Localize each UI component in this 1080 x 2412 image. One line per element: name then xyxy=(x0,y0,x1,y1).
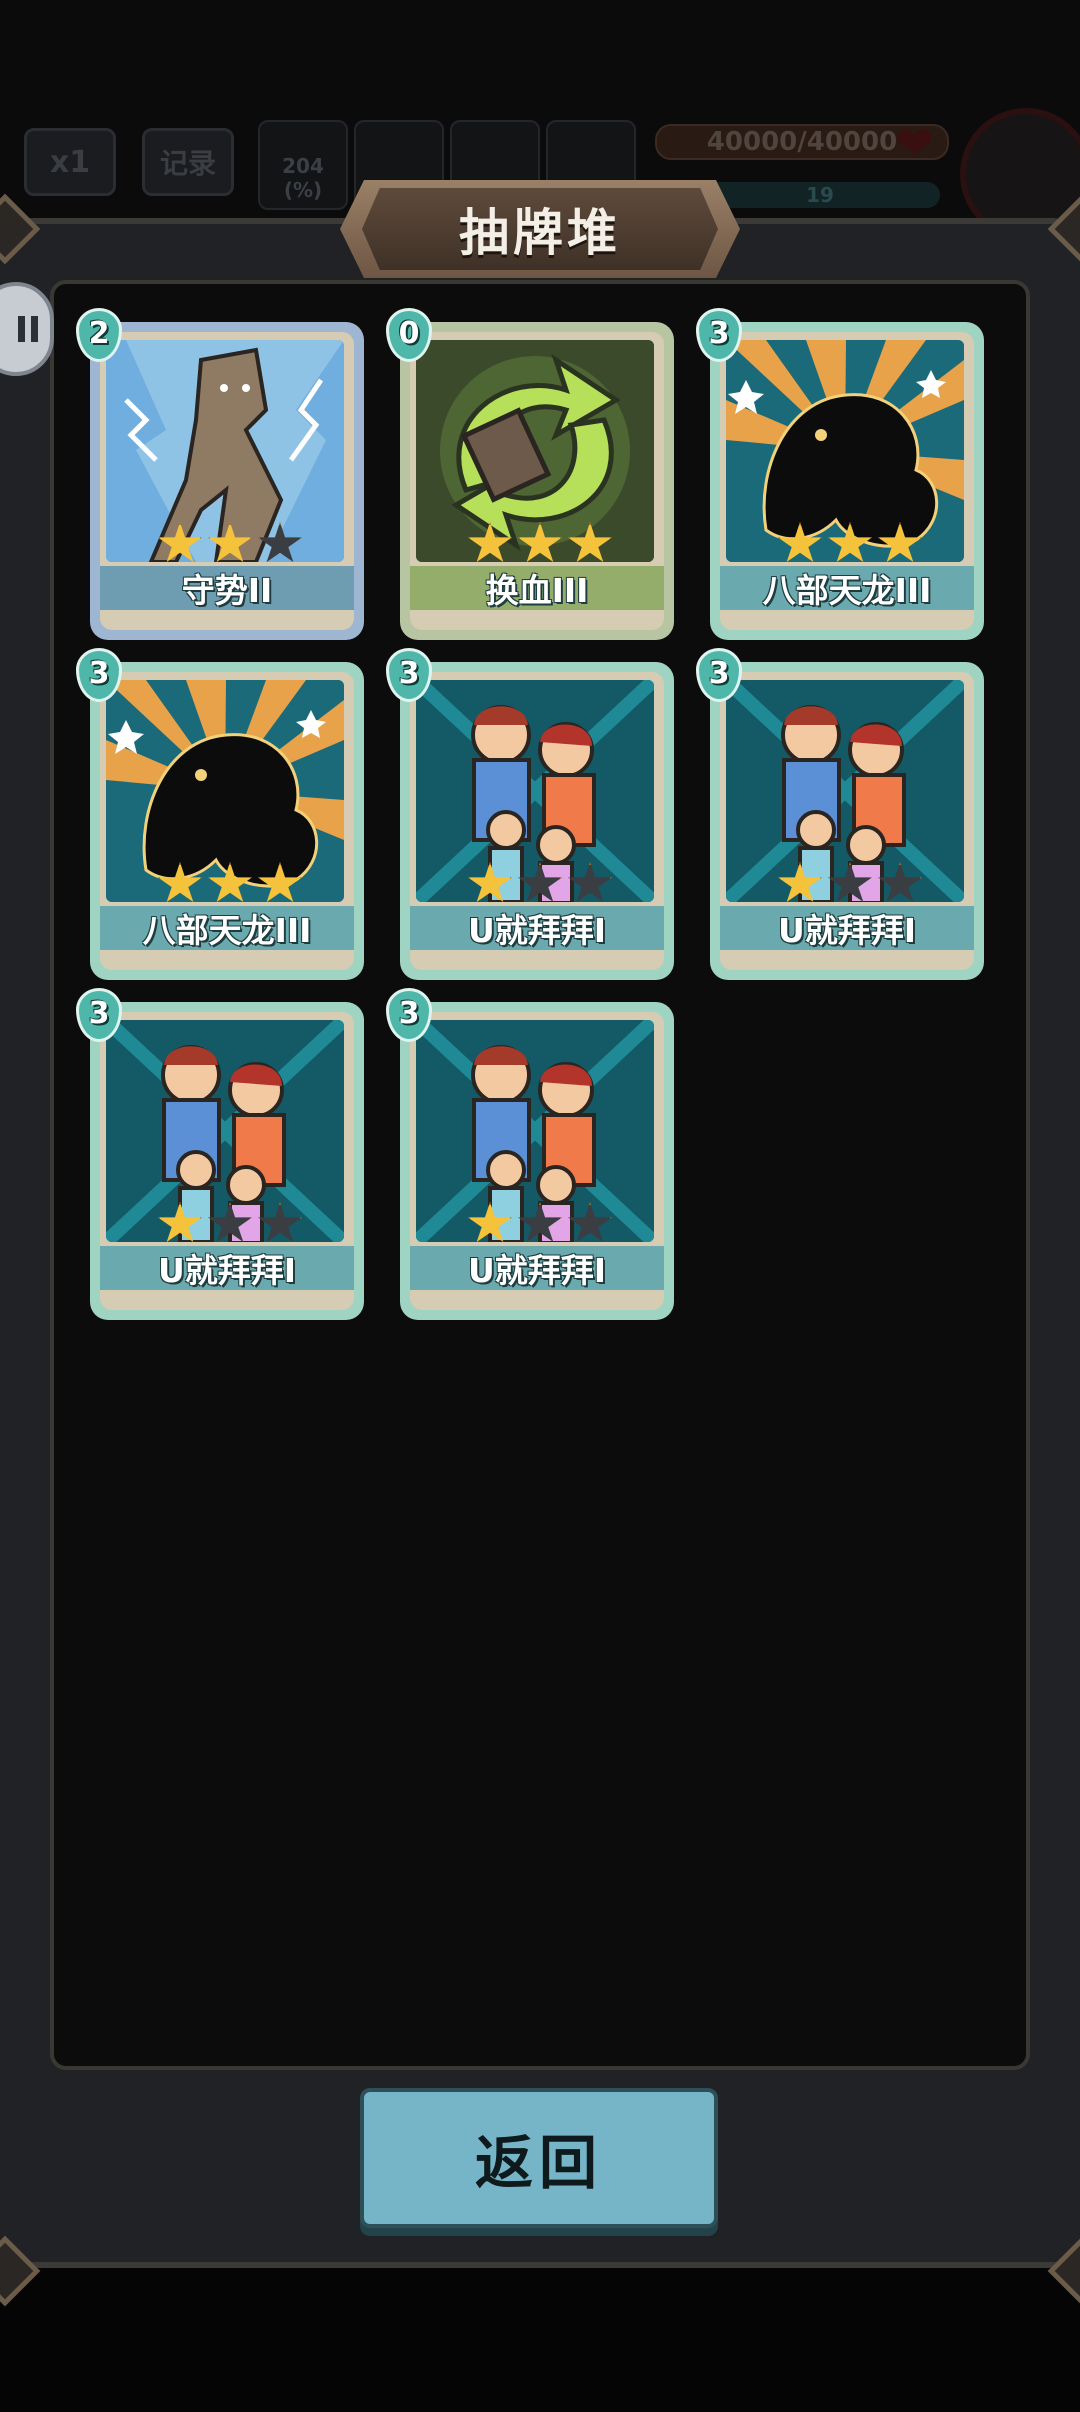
card-name: 守势II xyxy=(100,566,354,610)
card-name: U就拜拜I xyxy=(410,1246,664,1290)
star-filled-icon xyxy=(467,522,513,563)
mana-cost-icon: 2 xyxy=(76,308,122,362)
star-empty-icon xyxy=(827,862,873,903)
card-cost: 0 xyxy=(398,316,420,351)
star-filled-icon xyxy=(827,522,873,563)
card-name: 八部天龙III xyxy=(720,566,974,610)
star-empty-icon xyxy=(877,862,923,903)
star-empty-icon xyxy=(517,862,563,903)
card[interactable]: 换血III 0 xyxy=(386,308,674,640)
card-cost: 3 xyxy=(398,656,420,691)
stat-attack-value: 204 xyxy=(282,154,324,178)
star-filled-icon xyxy=(157,862,203,903)
star-empty-icon xyxy=(257,522,303,563)
panel-title: 抽牌堆 xyxy=(459,204,621,262)
star-filled-icon xyxy=(207,522,253,563)
card-cost: 3 xyxy=(88,656,110,691)
record-button[interactable]: 记录 xyxy=(142,128,234,196)
card-name: U就拜拜I xyxy=(410,906,664,950)
star-empty-icon xyxy=(567,862,613,903)
star-rating xyxy=(460,862,620,906)
star-filled-icon xyxy=(467,1202,513,1243)
card[interactable]: 八部天龙III 3 xyxy=(696,308,984,640)
mana-cost-icon: 3 xyxy=(76,648,122,702)
star-rating xyxy=(150,862,310,906)
pause-icon xyxy=(18,316,38,342)
star-empty-icon xyxy=(207,1202,253,1243)
star-filled-icon xyxy=(207,862,253,903)
card[interactable]: 八部天龙III 3 xyxy=(76,648,364,980)
card-name: 八部天龙III xyxy=(100,906,354,950)
star-rating xyxy=(150,522,310,566)
card-cost: 3 xyxy=(708,656,730,691)
star-rating xyxy=(150,1202,310,1246)
card-name: U就拜拜I xyxy=(100,1246,354,1290)
mana-cost-icon: 0 xyxy=(386,308,432,362)
star-rating xyxy=(770,862,930,906)
card[interactable]: 守势II 2 xyxy=(76,308,364,640)
heart-icon: ❤ xyxy=(895,116,934,170)
card-grid: 守势II 2 换血III 0 八部天龙III 3 八部天龙III 3 U就拜拜I… xyxy=(76,308,990,1342)
back-button[interactable]: 返回 xyxy=(360,2088,718,2228)
card[interactable]: U就拜拜I 3 xyxy=(386,988,674,1320)
stat-attack-unit: (%) xyxy=(283,178,323,202)
star-filled-icon xyxy=(777,522,823,563)
mana-cost-icon: 3 xyxy=(386,648,432,702)
star-filled-icon xyxy=(777,862,823,903)
card-cost: 3 xyxy=(708,316,730,351)
star-rating xyxy=(460,522,620,566)
star-filled-icon xyxy=(517,522,563,563)
star-filled-icon xyxy=(157,1202,203,1243)
star-empty-icon xyxy=(257,1202,303,1243)
panel-title-banner: 抽牌堆 xyxy=(340,180,740,278)
card-name: U就拜拜I xyxy=(720,906,974,950)
star-filled-icon xyxy=(257,862,303,903)
star-rating xyxy=(770,522,930,566)
mana-cost-icon: 3 xyxy=(76,988,122,1042)
star-rating xyxy=(460,1202,620,1246)
star-empty-icon xyxy=(567,1202,613,1243)
mana-cost-icon: 3 xyxy=(696,648,742,702)
star-filled-icon xyxy=(877,522,923,563)
card-cost: 2 xyxy=(88,316,110,351)
mana-cost-icon: 3 xyxy=(696,308,742,362)
card-cost: 3 xyxy=(398,996,420,1031)
star-filled-icon xyxy=(567,522,613,563)
card-name: 换血III xyxy=(410,566,664,610)
card[interactable]: U就拜拜I 3 xyxy=(386,648,674,980)
star-filled-icon xyxy=(157,522,203,563)
star-empty-icon xyxy=(517,1202,563,1243)
star-filled-icon xyxy=(467,862,513,903)
card[interactable]: U就拜拜I 3 xyxy=(76,988,364,1320)
card-cost: 3 xyxy=(88,996,110,1031)
mana-cost-icon: 3 xyxy=(386,988,432,1042)
speed-button[interactable]: x1 xyxy=(24,128,116,196)
stat-attack: 204 (%) xyxy=(258,120,348,210)
card[interactable]: U就拜拜I 3 xyxy=(696,648,984,980)
